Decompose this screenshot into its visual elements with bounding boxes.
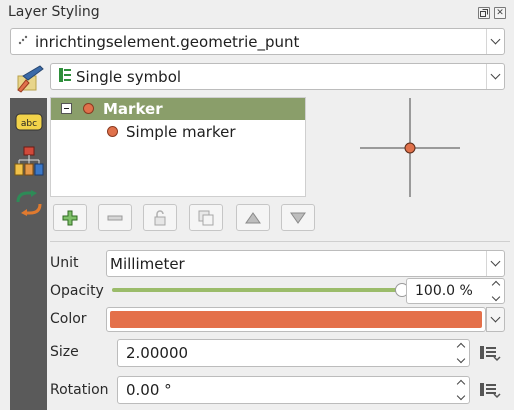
size-label: Size	[50, 344, 79, 360]
panel-title: Layer Styling	[8, 4, 100, 20]
renderer-select[interactable]: Single symbol	[50, 63, 505, 90]
move-down-icon	[290, 212, 306, 224]
unit-label: Unit	[50, 255, 79, 271]
labels-abc-icon[interactable]: abc	[15, 112, 43, 136]
duplicate-layer-button[interactable]	[189, 204, 223, 231]
symbol-layer-tree: Marker Simple marker	[50, 97, 306, 197]
unit-select[interactable]: Millimeter	[106, 250, 505, 277]
renderer-select-value: Single symbol	[76, 67, 182, 86]
color-menu-button[interactable]	[486, 307, 505, 332]
chevron-down-icon[interactable]	[486, 64, 504, 89]
layer-select[interactable]: inrichtingselement.geometrie_punt	[10, 28, 505, 55]
duplicate-icon	[198, 210, 214, 225]
collapse-icon[interactable]	[61, 103, 72, 114]
size-spinbox[interactable]: 2.00000	[117, 339, 470, 367]
chevron-down-icon[interactable]	[456, 354, 466, 364]
opacity-slider[interactable]	[112, 283, 409, 297]
opacity-spinbox[interactable]: 100.0 %	[406, 278, 505, 304]
symbol-preview	[312, 97, 510, 197]
remove-icon	[107, 215, 123, 220]
move-up-icon	[245, 211, 261, 223]
chevron-up-icon[interactable]	[491, 280, 501, 290]
paintbrush-icon[interactable]	[14, 64, 48, 94]
chevron-down-icon[interactable]	[486, 251, 504, 276]
chevron-up-icon[interactable]	[456, 342, 466, 352]
rotation-spinbox[interactable]: 0.00 °	[117, 376, 470, 404]
size-value: 2.00000	[126, 344, 189, 362]
style-sidebar: abc	[10, 98, 47, 410]
tree-item-label: Simple marker	[126, 123, 236, 141]
svg-text:abc: abc	[21, 119, 37, 129]
layer-select-value: inrichtingselement.geometrie_punt	[35, 32, 300, 51]
remove-symbol-layer-button[interactable]	[98, 204, 132, 231]
diagram-icon[interactable]	[14, 146, 44, 180]
close-icon[interactable]: ✕	[494, 7, 506, 19]
float-icon[interactable]	[478, 7, 490, 19]
lock-layer-button[interactable]	[143, 204, 177, 231]
tree-item-simple-marker[interactable]: Simple marker	[51, 120, 305, 142]
chevron-down-icon[interactable]	[491, 292, 501, 302]
color-label: Color	[50, 311, 87, 327]
lock-icon	[154, 209, 166, 225]
move-down-button[interactable]	[281, 204, 315, 231]
tree-item-marker[interactable]: Marker	[51, 98, 305, 120]
history-icon[interactable]	[15, 190, 43, 220]
data-defined-icon[interactable]	[479, 344, 501, 366]
chevron-up-icon[interactable]	[456, 379, 466, 389]
opacity-value: 100.0 %	[415, 283, 473, 299]
chevron-down-icon	[490, 312, 501, 323]
tree-item-label: Marker	[103, 100, 163, 118]
add-symbol-layer-button[interactable]	[53, 204, 87, 231]
add-icon	[62, 210, 78, 225]
rotation-label: Rotation	[50, 382, 109, 398]
color-button[interactable]	[106, 307, 486, 332]
data-defined-icon[interactable]	[479, 381, 501, 403]
divider	[50, 241, 510, 242]
chevron-down-icon[interactable]	[486, 29, 504, 54]
move-up-button[interactable]	[236, 204, 270, 231]
single-symbol-icon	[59, 67, 71, 86]
rotation-value: 0.00 °	[126, 381, 172, 399]
marker-symbol-icon	[83, 103, 94, 114]
unit-select-value: Millimeter	[110, 254, 185, 273]
opacity-slider-fill	[112, 288, 402, 292]
opacity-label: Opacity	[50, 283, 104, 299]
simple-marker-icon	[107, 126, 118, 137]
point-layer-icon	[17, 34, 31, 49]
color-swatch	[110, 311, 482, 328]
chevron-down-icon[interactable]	[456, 391, 466, 401]
